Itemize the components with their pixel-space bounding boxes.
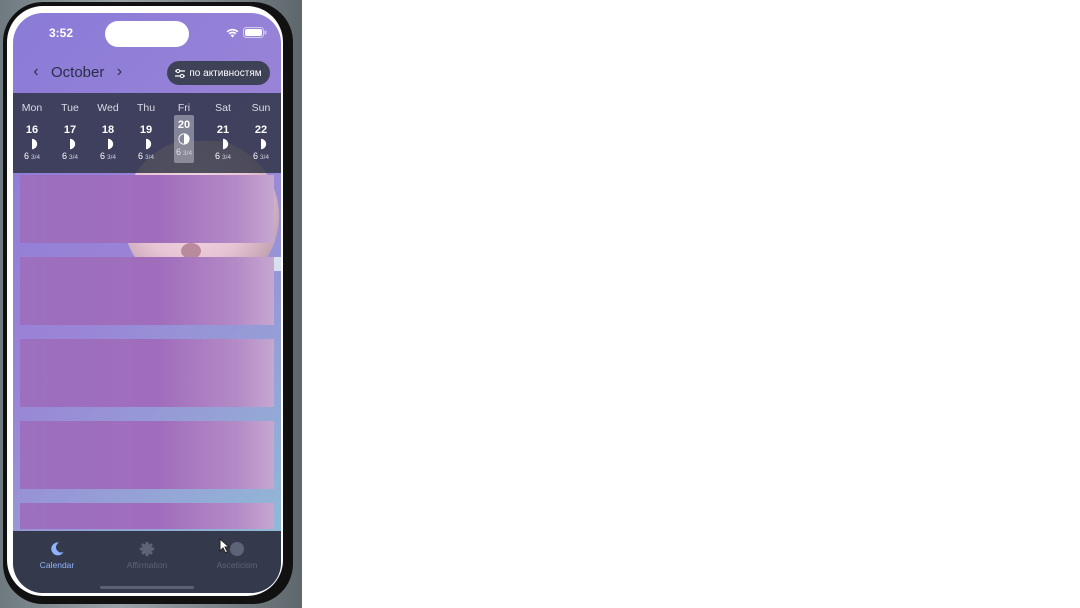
day-count-fraction: 3/4: [30, 154, 41, 161]
tab-affirmation[interactable]: Affirmation: [107, 541, 187, 570]
day-date: 18: [101, 124, 115, 136]
day-count-number: 6: [23, 151, 29, 161]
day-column-sun[interactable]: Sun 22 6 3/4: [244, 93, 278, 173]
tab-label: Calendar: [39, 560, 75, 570]
moon-phase-icon: [32, 138, 38, 150]
day-count-number: 6: [137, 151, 143, 161]
day-column-tue[interactable]: Tue 17 6 3/4: [53, 93, 87, 173]
day-count-fraction: 3/4: [221, 154, 232, 161]
tab-calendar[interactable]: Calendar: [17, 541, 97, 570]
hour-slot[interactable]: [20, 503, 274, 529]
app-screen: 3:52 ‹ October › по активностям Mon 16 6…: [13, 13, 281, 593]
day-column-sat[interactable]: Sat 21 6 3/4: [206, 93, 240, 173]
day-name: Wed: [97, 102, 119, 114]
circle-icon: [230, 542, 244, 556]
filter-label: по активностям: [189, 67, 262, 79]
tab-label: Affirmation: [126, 560, 168, 570]
moon-phase-icon: [108, 138, 114, 150]
gear-flower-icon: [139, 541, 155, 557]
hour-slot[interactable]: [20, 421, 274, 489]
day-date: 16: [25, 124, 39, 136]
hour-slot[interactable]: [20, 175, 274, 243]
day-count-fraction: 3/4: [259, 154, 270, 161]
day-column-fri[interactable]: Fri 20 6 3/4: [167, 93, 201, 173]
day-count: 6 3/4: [244, 151, 278, 161]
day-count: 6 3/4: [15, 151, 49, 161]
tab-asceticism[interactable]: Asceticism: [197, 541, 277, 570]
day-name: Sun: [251, 102, 271, 114]
previous-month-icon[interactable]: ‹: [27, 63, 45, 81]
moon-phase-icon: [178, 133, 190, 145]
dynamic-island: [105, 21, 189, 47]
battery-icon: [243, 27, 267, 38]
day-date: 19: [139, 124, 153, 136]
home-indicator: [100, 586, 194, 589]
day-count-fraction: 3/4: [182, 150, 193, 157]
day-name: Thu: [136, 102, 156, 114]
day-count: 6 3/4: [206, 151, 240, 161]
day-count-number: 6: [252, 151, 258, 161]
day-date: 17: [63, 124, 77, 136]
month-label: October: [51, 63, 105, 81]
hour-slot[interactable]: [20, 339, 274, 407]
moon-phase-icon: [261, 138, 267, 150]
day-count: 6 3/4: [167, 147, 201, 157]
moon-phase-icon: [146, 138, 152, 150]
mouse-cursor-icon: [219, 538, 231, 554]
filter-by-activity-button[interactable]: по активностям: [167, 61, 270, 85]
day-column-thu[interactable]: Thu 19 6 3/4: [129, 93, 163, 173]
day-date: 20: [177, 119, 191, 131]
day-count-fraction: 3/4: [144, 154, 155, 161]
next-month-icon[interactable]: ›: [110, 63, 128, 81]
moon-phase-icon: [223, 138, 229, 150]
day-date: 21: [216, 124, 230, 136]
status-bar: 3:52: [13, 13, 281, 53]
day-column-wed[interactable]: Wed 18 6 3/4: [91, 93, 125, 173]
day-count-number: 6: [175, 147, 181, 157]
month-navigation: ‹ October ›: [27, 63, 128, 81]
tab-label: Asceticism: [216, 560, 258, 570]
moon-phase-icon: [70, 138, 76, 150]
day-count-fraction: 3/4: [68, 154, 79, 161]
day-name: Mon: [21, 102, 43, 114]
day-name: Sat: [215, 102, 231, 114]
sliders-icon: [175, 68, 186, 78]
day-name: Fri: [177, 102, 191, 114]
day-count-fraction: 3/4: [106, 154, 117, 161]
tab-bar: Calendar Affirmation Asceticism: [13, 531, 281, 593]
day-count: 6 3/4: [91, 151, 125, 161]
day-count-number: 6: [61, 151, 67, 161]
week-strip: Mon 16 6 3/4 Tue 17 6 3/4 Wed 18 6 3/4 Thu 19 6 3/4 Fri 2…: [13, 93, 281, 173]
crescent-moon-icon: [51, 542, 64, 556]
day-name: Tue: [61, 102, 79, 114]
status-time: 3:52: [49, 26, 74, 40]
status-icons: [226, 27, 267, 38]
day-count-number: 6: [99, 151, 105, 161]
day-date: 22: [254, 124, 268, 136]
wifi-icon: [226, 28, 239, 37]
day-column-mon[interactable]: Mon 16 6 3/4: [15, 93, 49, 173]
hour-slot[interactable]: [20, 257, 274, 325]
hour-timeline: 45678: [13, 173, 281, 531]
day-count: 6 3/4: [129, 151, 163, 161]
day-count: 6 3/4: [53, 151, 87, 161]
day-count-number: 6: [214, 151, 220, 161]
